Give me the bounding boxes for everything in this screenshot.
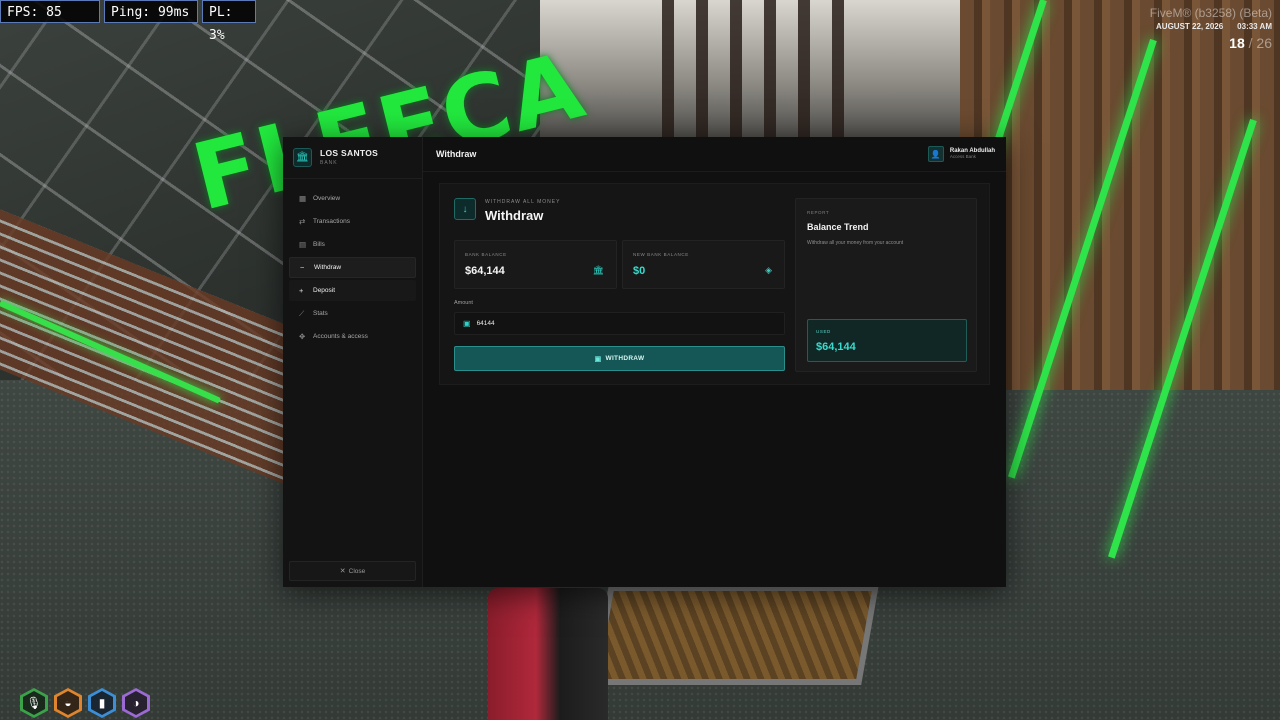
report-title: Balance Trend [807,222,869,232]
sidebar-item-deposit[interactable]: + Deposit [289,280,416,301]
packet-loss-counter: PL: 3% [202,0,256,43]
amount-input[interactable] [476,320,757,327]
sidebar-item-withdraw[interactable]: − Withdraw [289,257,416,278]
new-balance-value: $0 [633,265,646,277]
withdraw-button-label: WITHDRAW [605,355,645,362]
sidebar-item-label: Overview [313,195,341,202]
time-label: 03:33 AM [1237,22,1272,31]
balance-trend-card: REPORT Balance Trend Withdraw all your m… [795,198,977,372]
player-character [488,588,608,720]
new-balance-label: NEW BANK BALANCE [633,252,689,257]
sidebar-item-label: Stats [313,310,328,317]
stress-status-hex: ◑ [122,688,150,718]
hunger-status-hex: ◒ [54,688,82,718]
sidebar-item-label: Bills [313,241,325,248]
withdraw-kicker: WITHDRAW ALL MONEY [485,199,561,205]
thirst-status-hex: ▮ [88,688,116,718]
sidebar-item-label: Deposit [313,287,336,294]
main-content: Withdraw 👤 Rakan Abdullah Access Bank ↓ … [423,137,1006,587]
sidebar-item-transactions[interactable]: ⇄ Transactions [289,211,416,232]
vault-bars [640,0,860,140]
fps-counter: FPS: 85 [0,0,100,23]
fivem-watermark: FiveM® (b3258) (Beta) [1149,6,1272,20]
close-button-label: Close [348,567,366,575]
document-icon: ▤ [299,240,307,249]
bank-balance-value: $64,144 [465,265,505,277]
date-time-row: AUGUST 22, 2026 03:33 AM [1150,22,1272,31]
planter [591,585,879,685]
bank-balance-label: BANK BALANCE [465,252,507,257]
player-count-max: / 26 [1248,35,1272,51]
new-balance-card: NEW BANK BALANCE $0 ◈ [622,240,785,289]
sidebar-item-accounts-access[interactable]: ✥ Accounts & access [289,326,416,347]
bank-icon: 🏛 [592,265,604,275]
amount-label: Amount [454,300,473,306]
withdraw-title: Withdraw [485,208,544,223]
arrow-down-icon: ↓ [454,198,476,220]
plus-icon: + [299,286,304,295]
bank-balance-card: BANK BALANCE $64,144 🏛 [454,240,617,289]
used-value: $64,144 [816,341,856,353]
status-hexagons: 🎙 ◒ ▮ ◑ [20,688,150,718]
close-button[interactable]: ✕ Close [289,561,416,581]
bottle-icon: ▮ [98,696,106,710]
voice-status-hex: 🎙 [20,688,48,718]
brand-name: LOS SANTOS [320,147,379,158]
minus-icon: − [300,263,305,272]
chart-icon: ⟋ [299,308,305,318]
brain-icon: ◑ [132,696,140,710]
date-label: AUGUST 22, 2026 [1156,22,1224,31]
amount-field[interactable]: ▣ [454,312,785,335]
bank-window: 🏛 LOS SANTOS BANK ▦ Overview ⇄ Transacti… [283,137,1006,587]
used-amount-box: USED $64,144 [807,319,967,362]
mic-muted-icon: 🎙 [26,696,42,710]
withdraw-header: ↓ WITHDRAW ALL MONEY Withdraw [454,198,560,222]
report-kicker: REPORT [807,210,830,215]
player-count: 18 / 26 [1150,35,1272,51]
user-badge: 👤 Rakan Abdullah Access Bank [927,146,995,162]
sidebar-item-label: Withdraw [314,264,342,271]
user-icon: 👤 [927,146,944,162]
handshake-icon: ✥ [299,332,306,341]
net-stats-bar: FPS: 85 Ping: 99ms PL: 3% [0,0,256,43]
brand-subtitle: BANK [320,160,338,167]
sidebar-item-label: Accounts & access [313,333,368,340]
close-icon: ✕ [339,568,346,575]
player-count-current: 18 [1229,35,1245,51]
grid-icon: ▦ [299,194,307,203]
burger-icon: ◒ [64,696,72,710]
transfer-icon: ⇄ [299,217,306,226]
withdraw-button[interactable]: ▣ WITHDRAW [454,346,785,371]
ping-counter: Ping: 99ms [104,0,198,23]
withdraw-panel: ↓ WITHDRAW ALL MONEY Withdraw BANK BALAN… [439,183,990,385]
page-title: Withdraw [436,149,477,159]
sidebar-nav: ▦ Overview ⇄ Transactions ▤ Bills − With… [283,179,422,347]
bank-icon: 🏛 [293,148,312,167]
topbar: Withdraw 👤 Rakan Abdullah Access Bank [423,137,1006,172]
cash-icon: ▣ [594,355,602,363]
sidebar: 🏛 LOS SANTOS BANK ▦ Overview ⇄ Transacti… [283,137,423,587]
sidebar-item-stats[interactable]: ⟋ Stats [289,303,416,324]
server-info: FiveM® (b3258) (Beta) AUGUST 22, 2026 03… [1150,6,1272,51]
user-role: Access Bank [949,153,976,159]
coins-icon: ◈ [765,265,772,275]
sidebar-item-label: Transactions [313,218,350,225]
used-label: USED [816,329,831,334]
sidebar-item-bills[interactable]: ▤ Bills [289,234,416,255]
brand: 🏛 LOS SANTOS BANK [283,137,422,179]
cash-icon: ▣ [463,319,471,328]
sidebar-item-overview[interactable]: ▦ Overview [289,188,416,209]
report-description: Withdraw all your money from your accoun… [807,240,904,246]
